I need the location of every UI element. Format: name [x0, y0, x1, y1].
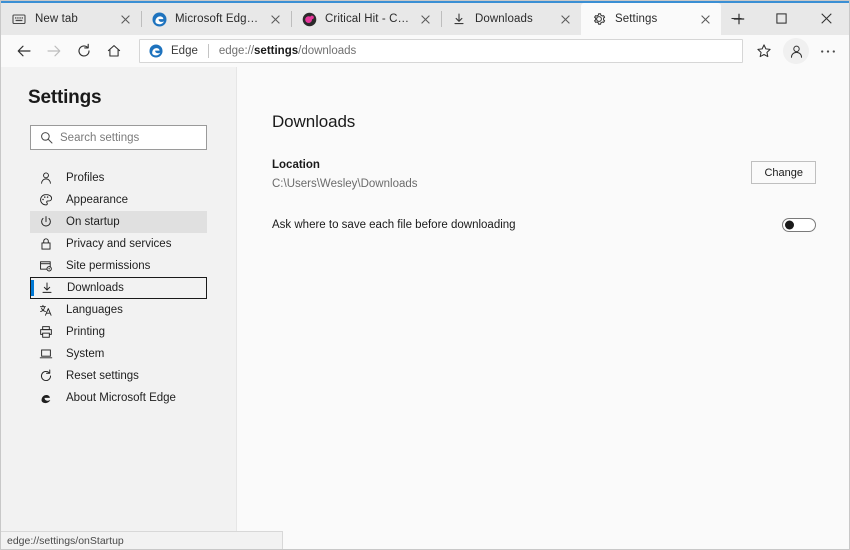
settings-nav-list: Profiles Appearance On startup: [1, 167, 236, 409]
sidebar-item-downloads[interactable]: Downloads: [30, 277, 207, 299]
browser-window: New tab Microsoft Edge Insider: [0, 0, 850, 550]
palette-icon: [38, 192, 54, 208]
tab-close-button[interactable]: [557, 11, 573, 27]
status-bar: edge://settings/onStartup: [1, 531, 283, 549]
search-icon: [39, 131, 53, 145]
gear-icon: [591, 11, 607, 27]
address-bar-url: edge://settings/downloads: [219, 45, 356, 57]
tab-separator: [141, 11, 142, 27]
sidebar-item-system[interactable]: System: [30, 343, 207, 365]
laptop-icon: [38, 346, 54, 362]
site-identity-label: Edge: [171, 45, 198, 57]
content-heading: Downloads: [272, 112, 850, 132]
sidebar-item-label: Downloads: [67, 282, 124, 294]
page-title: Settings: [1, 87, 236, 109]
tab-new-tab[interactable]: New tab: [1, 3, 141, 35]
minimize-button[interactable]: [714, 3, 759, 33]
sidebar-item-label: Privacy and services: [66, 238, 171, 250]
sidebar-item-appearance[interactable]: Appearance: [30, 189, 207, 211]
sidebar-item-about-microsoft-edge[interactable]: About Microsoft Edge: [30, 387, 207, 409]
tab-critical-hit[interactable]: Critical Hit - Critical Hit: [291, 3, 441, 35]
person-icon: [38, 170, 54, 186]
download-icon: [39, 280, 55, 296]
address-bar[interactable]: Edge edge://settings/downloads: [139, 39, 743, 63]
settings-sidebar: Settings Profiles Ap: [1, 67, 237, 550]
status-bar-text: edge://settings/onStartup: [7, 535, 124, 547]
criticalhit-icon: [301, 11, 317, 27]
star-icon[interactable]: [749, 37, 779, 65]
search-input[interactable]: [60, 132, 198, 144]
ask-where-to-save-row: Ask where to save each file before downl…: [272, 218, 816, 232]
tab-list: New tab Microsoft Edge Insider: [1, 3, 721, 35]
toolbar-actions: [749, 37, 843, 65]
profile-icon[interactable]: [783, 38, 809, 64]
sidebar-item-on-startup[interactable]: On startup: [30, 211, 207, 233]
change-location-button[interactable]: Change: [751, 161, 816, 184]
url-path: /downloads: [298, 45, 356, 57]
tab-microsoft-edge-insider[interactable]: Microsoft Edge Insider: [141, 3, 291, 35]
lock-icon: [38, 236, 54, 252]
sidebar-item-label: Profiles: [66, 172, 104, 184]
tab-settings[interactable]: Settings: [581, 3, 721, 35]
forward-button[interactable]: [39, 37, 69, 65]
window-controls: [714, 3, 849, 33]
url-host: settings: [254, 45, 298, 57]
printer-icon: [38, 324, 54, 340]
edge-icon: [151, 11, 167, 27]
tab-separator: [291, 11, 292, 27]
sidebar-item-languages[interactable]: Languages: [30, 299, 207, 321]
maximize-button[interactable]: [759, 3, 804, 33]
tab-title: Critical Hit - Critical Hit: [325, 13, 411, 25]
sidebar-item-profiles[interactable]: Profiles: [30, 167, 207, 189]
power-icon: [38, 214, 54, 230]
search-settings-box[interactable]: [30, 125, 207, 150]
home-button[interactable]: [99, 37, 129, 65]
page-body: Settings Profiles Ap: [1, 67, 850, 550]
tab-close-button[interactable]: [117, 11, 133, 27]
ask-where-to-save-label: Ask where to save each file before downl…: [272, 219, 782, 231]
sidebar-item-label: System: [66, 348, 104, 360]
settings-content: Downloads Location C:\Users\Wesley\Downl…: [237, 67, 850, 550]
edge-icon: [38, 390, 54, 406]
browser-toolbar: Edge edge://settings/downloads: [1, 35, 850, 67]
sidebar-item-reset-settings[interactable]: Reset settings: [30, 365, 207, 387]
omnibox-divider: [208, 44, 209, 58]
sidebar-item-label: Languages: [66, 304, 123, 316]
newtab-icon: [11, 11, 27, 27]
refresh-button[interactable]: [69, 37, 99, 65]
tab-title: Downloads: [475, 13, 551, 25]
more-options-icon[interactable]: [813, 37, 843, 65]
url-prefix: edge://: [219, 45, 254, 57]
back-button[interactable]: [9, 37, 39, 65]
tab-title: New tab: [35, 13, 111, 25]
sidebar-item-label: On startup: [66, 216, 120, 228]
sidebar-item-label: About Microsoft Edge: [66, 392, 176, 404]
sidebar-item-privacy-and-services[interactable]: Privacy and services: [30, 233, 207, 255]
site-permissions-icon: [38, 258, 54, 274]
tab-title: Microsoft Edge Insider: [175, 13, 261, 25]
tab-downloads[interactable]: Downloads: [441, 3, 581, 35]
sidebar-item-printing[interactable]: Printing: [30, 321, 207, 343]
location-label: Location: [272, 159, 751, 171]
tab-close-button[interactable]: [267, 11, 283, 27]
sidebar-item-label: Reset settings: [66, 370, 139, 382]
sidebar-item-label: Appearance: [66, 194, 128, 206]
download-icon: [451, 11, 467, 27]
tab-close-button[interactable]: [417, 11, 433, 27]
toggle-knob: [785, 221, 794, 230]
sidebar-item-label: Printing: [66, 326, 105, 338]
sidebar-item-label: Site permissions: [66, 260, 150, 272]
tab-separator: [441, 11, 442, 27]
edge-icon: [148, 43, 164, 59]
tab-title: Settings: [615, 13, 691, 25]
close-button[interactable]: [804, 3, 849, 33]
ask-where-to-save-toggle[interactable]: [782, 218, 816, 232]
download-location-info: Location C:\Users\Wesley\Downloads: [272, 159, 751, 190]
languages-icon: [38, 302, 54, 318]
download-location-row: Location C:\Users\Wesley\Downloads Chang…: [272, 159, 816, 190]
reset-icon: [38, 368, 54, 384]
location-value: C:\Users\Wesley\Downloads: [272, 178, 751, 190]
tab-close-button[interactable]: [697, 11, 713, 27]
sidebar-item-site-permissions[interactable]: Site permissions: [30, 255, 207, 277]
